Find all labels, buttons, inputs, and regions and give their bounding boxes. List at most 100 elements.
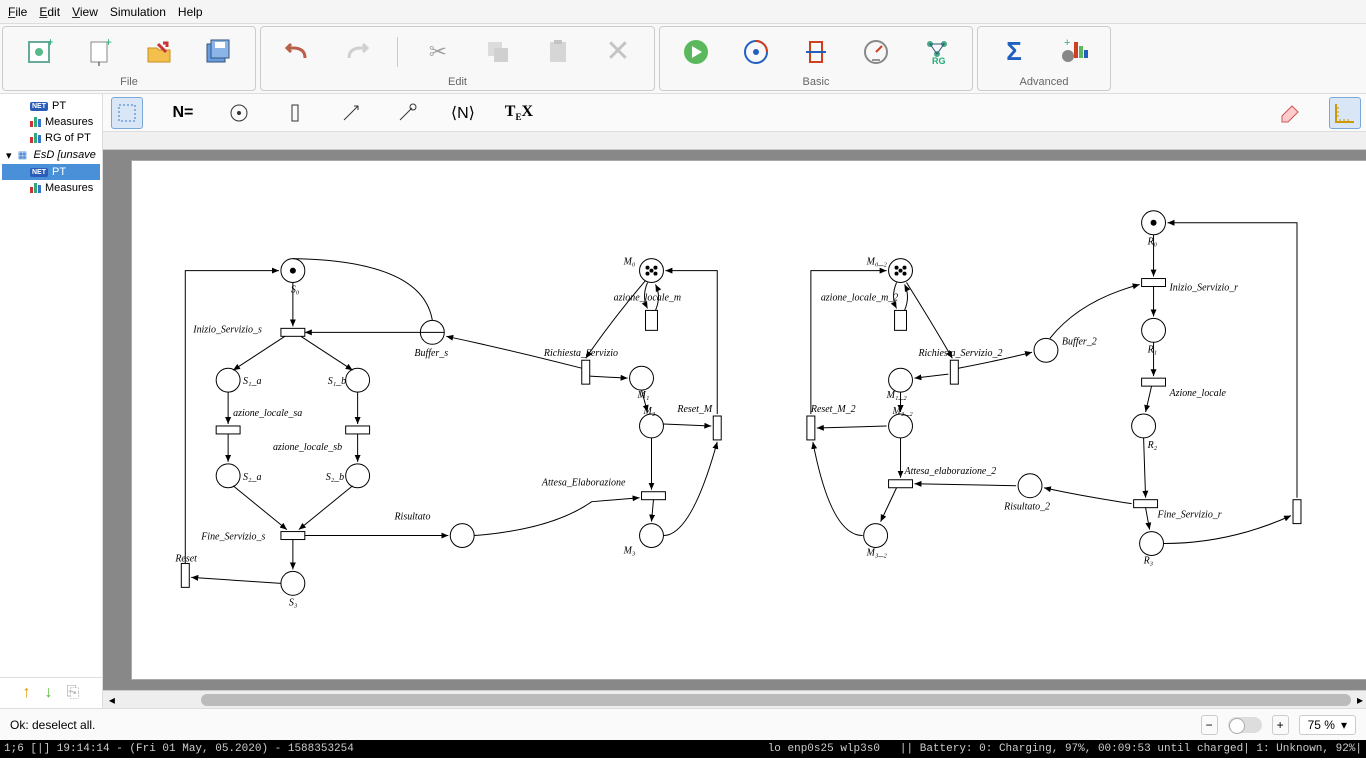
svg-text:M₂: M₂ (642, 406, 655, 417)
menu-help[interactable]: Help (178, 5, 203, 19)
tree-item-pt[interactable]: NETPT (2, 98, 100, 114)
zoom-toggle[interactable] (1228, 717, 1262, 733)
toolbar-group-label: Basic (660, 76, 972, 90)
copy-button[interactable] (478, 32, 518, 72)
horizontal-scrollbar[interactable]: ◂▸ (103, 690, 1366, 708)
arc-tool[interactable] (335, 97, 367, 129)
zoom-in-button[interactable]: + (1272, 715, 1289, 735)
tree-item-measures2[interactable]: Measures (2, 180, 100, 196)
svg-text:Fine_Servizio_r: Fine_Servizio_r (1156, 510, 1221, 521)
menu-file[interactable]: File (8, 5, 27, 19)
svg-text:S₃: S₃ (289, 597, 298, 608)
new-page-button[interactable]: + (79, 32, 119, 72)
svg-text:R₂: R₂ (1146, 440, 1157, 451)
sys-right: || Battery: 0: Charging, 97%, 00:09:53 u… (900, 743, 1362, 755)
select-tool[interactable] (111, 97, 143, 129)
open-button[interactable] (139, 32, 179, 72)
run-button[interactable] (676, 32, 716, 72)
svg-text:Reset_M: Reset_M (676, 404, 713, 415)
svg-text:Inizio_Servizio_r: Inizio_Servizio_r (1168, 283, 1238, 294)
svg-text:+: + (1064, 38, 1070, 49)
eraser-tool[interactable] (1273, 97, 1305, 129)
toolbar-group-label: Edit (261, 76, 654, 90)
ruler-horizontal (103, 132, 1366, 150)
redo-button[interactable] (337, 32, 377, 72)
paste-button[interactable] (538, 32, 578, 72)
svg-text:azione_locale_sa: azione_locale_sa (233, 408, 302, 419)
svg-text:Richiesta_Servizio_2: Richiesta_Servizio_2 (917, 348, 1002, 359)
sidebar-actions: ↑ ↓ ⎘ (0, 677, 102, 708)
toolbar-group-file: + + File (2, 26, 256, 91)
svg-text:S₁_b: S₁_b (328, 376, 346, 387)
bars-icon (30, 117, 41, 127)
sigma-button[interactable]: Σ (994, 32, 1034, 72)
sidebar: NETPT Measures RG of PT ▾▦EsD [unsave NE… (0, 94, 103, 708)
svg-text:Buffer_s: Buffer_s (414, 348, 448, 359)
net-icon: NET (30, 168, 48, 177)
svg-text:M₃_₂: M₃_₂ (866, 547, 888, 558)
svg-text:S₂_a: S₂_a (243, 472, 261, 483)
toolbar-group-basic: RG Basic (659, 26, 973, 91)
svg-text:Attesa_Elaborazione: Attesa_Elaborazione (541, 478, 626, 489)
tex-tool[interactable]: TEX (503, 97, 535, 129)
menu-edit[interactable]: Edit (39, 5, 60, 19)
chart-settings-button[interactable]: + (1054, 32, 1094, 72)
new-net-button[interactable]: + (19, 32, 59, 72)
svg-text:Buffer_2: Buffer_2 (1062, 336, 1097, 347)
zoom-select[interactable]: 75 %▾ (1299, 715, 1356, 735)
menu-simulation[interactable]: Simulation (110, 5, 166, 19)
svg-text:+: + (105, 38, 112, 49)
name-tool[interactable]: N= (167, 97, 199, 129)
toolbar-group-advanced: Σ + Advanced (977, 26, 1111, 91)
svg-text:azione_locale_sb: azione_locale_sb (273, 442, 342, 453)
zoom-out-button[interactable]: − (1201, 715, 1218, 735)
svg-text:Richiesta_Servizio: Richiesta_Servizio (543, 348, 618, 359)
transition-tool[interactable] (279, 97, 311, 129)
svg-text:M₁_₂: M₁_₂ (885, 390, 907, 401)
svg-text:Azione_locale: Azione_locale (1168, 388, 1226, 399)
move-up-button[interactable]: ↑ (23, 684, 31, 702)
svg-text:azione_locale_m: azione_locale_m (614, 292, 681, 303)
bars-icon (30, 133, 41, 143)
svg-text:S₂_b: S₂_b (326, 472, 344, 483)
ctmc-button[interactable] (796, 32, 836, 72)
state-space-button[interactable] (736, 32, 776, 72)
tree-item-esd[interactable]: ▾▦EsD [unsave (2, 146, 100, 164)
editor-toolbar: N= ⟨N⟩ TEX (103, 94, 1366, 132)
tree-item-measures[interactable]: Measures (2, 114, 100, 130)
duplicate-button[interactable]: ⎘ (67, 684, 80, 702)
delete-button[interactable]: ✕ (598, 32, 638, 72)
svg-text:S₁_a: S₁_a (243, 376, 261, 387)
tree-item-rg[interactable]: RG of PT (2, 130, 100, 146)
move-down-button[interactable]: ↓ (45, 684, 53, 702)
canvas-viewport[interactable]: S₀ Inizio_Servizio_s S₁_a S₁_b azione_lo… (103, 150, 1366, 690)
undo-button[interactable] (277, 32, 317, 72)
petri-net-canvas[interactable]: S₀ Inizio_Servizio_s S₁_a S₁_b azione_lo… (131, 160, 1366, 680)
toolbar-group-label: Advanced (978, 76, 1110, 90)
svg-text:azione_locale_m_2: azione_locale_m_2 (821, 292, 898, 303)
place-tool[interactable] (223, 97, 255, 129)
svg-text:M₀: M₀ (623, 257, 636, 268)
cut-button[interactable]: ✂ (418, 32, 458, 72)
menu-view[interactable]: View (72, 5, 98, 19)
svg-text:R₃: R₃ (1142, 555, 1153, 566)
sys-left: 1;6 [|] 19:14:14 - (Fri 01 May, 05.2020)… (4, 743, 354, 755)
ruler-toggle[interactable] (1329, 97, 1361, 129)
svg-text:Reset_M_2: Reset_M_2 (810, 404, 856, 415)
svg-text:Risultato: Risultato (393, 512, 430, 523)
svg-text:M₀_₂: M₀_₂ (866, 257, 888, 268)
canvas-area: N= ⟨N⟩ TEX S₀ Inizio_Servizio_s (103, 94, 1366, 708)
menubar: File Edit View Simulation Help (0, 0, 1366, 24)
svg-text:Inizio_Servizio_s: Inizio_Servizio_s (192, 324, 262, 335)
toolbar-group-edit: ✂ ✕ Edit (260, 26, 655, 91)
rg-button[interactable]: RG (916, 32, 956, 72)
inhibitor-tool[interactable] (391, 97, 423, 129)
zoom-controls: − + 75 %▾ (1201, 715, 1356, 735)
angle-n-tool[interactable]: ⟨N⟩ (447, 97, 479, 129)
sys-mid: lo enp0s25 wlp3s0 (768, 743, 880, 755)
tree-item-pt2[interactable]: NETPT (2, 164, 100, 180)
doc-icon: ▦ (16, 148, 30, 162)
project-tree[interactable]: NETPT Measures RG of PT ▾▦EsD [unsave NE… (0, 94, 102, 677)
save-all-button[interactable] (199, 32, 239, 72)
measure-button[interactable] (856, 32, 896, 72)
